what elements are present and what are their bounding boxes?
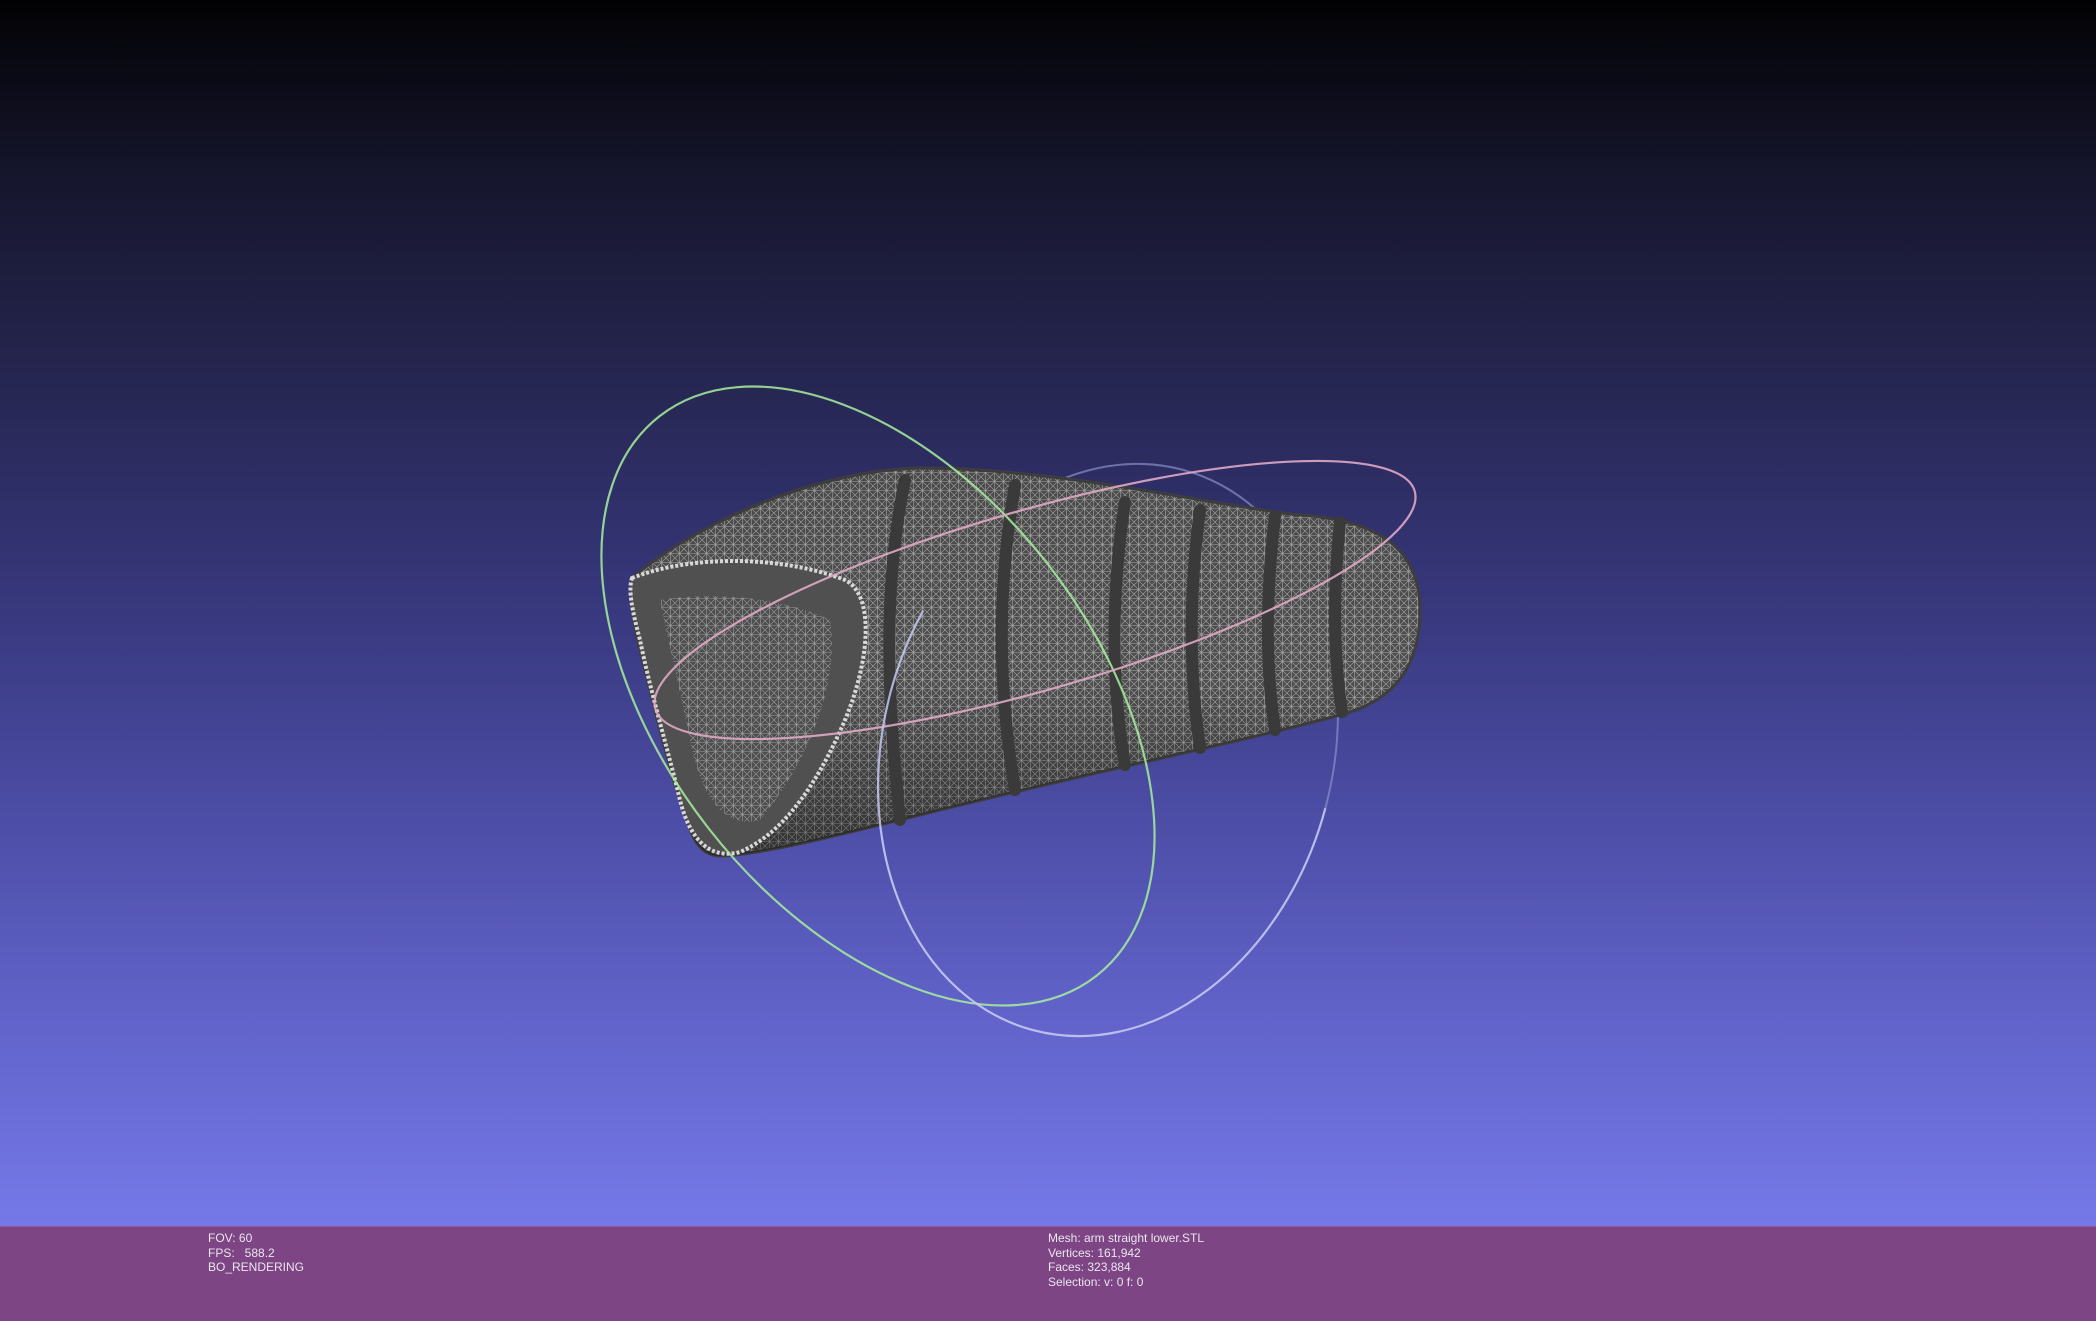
vertex-count: Vertices: 161,942 xyxy=(1048,1245,1141,1260)
mesh-scene[interactable] xyxy=(0,0,2096,1226)
3d-viewport[interactable] xyxy=(0,0,2096,1226)
fps-value: 588.2 xyxy=(244,1245,275,1260)
render-mode: BO_RENDERING xyxy=(208,1260,305,1274)
mesh-info: Mesh: arm straight lower.STL Vertices: 1… xyxy=(1048,1231,1204,1289)
fps-readout: FPS: 588.2 xyxy=(208,1246,304,1261)
fps-label: FPS: xyxy=(208,1245,235,1260)
face-count: Faces: 323,884 xyxy=(1048,1260,1131,1274)
selection-info: Selection: v: 0 f: 0 xyxy=(1048,1274,1144,1289)
status-bar: FOV: 60 FPS: 588.2 BO_RENDERING Mesh: arm… xyxy=(0,1226,2096,1321)
mesh-name: Mesh: arm straight lower.STL xyxy=(1048,1231,1205,1245)
fov-readout: FOV: 60 xyxy=(208,1231,253,1245)
mesh-model[interactable] xyxy=(628,466,1422,858)
render-info: FOV: 60 FPS: 588.2 BO_RENDERING xyxy=(208,1231,304,1275)
